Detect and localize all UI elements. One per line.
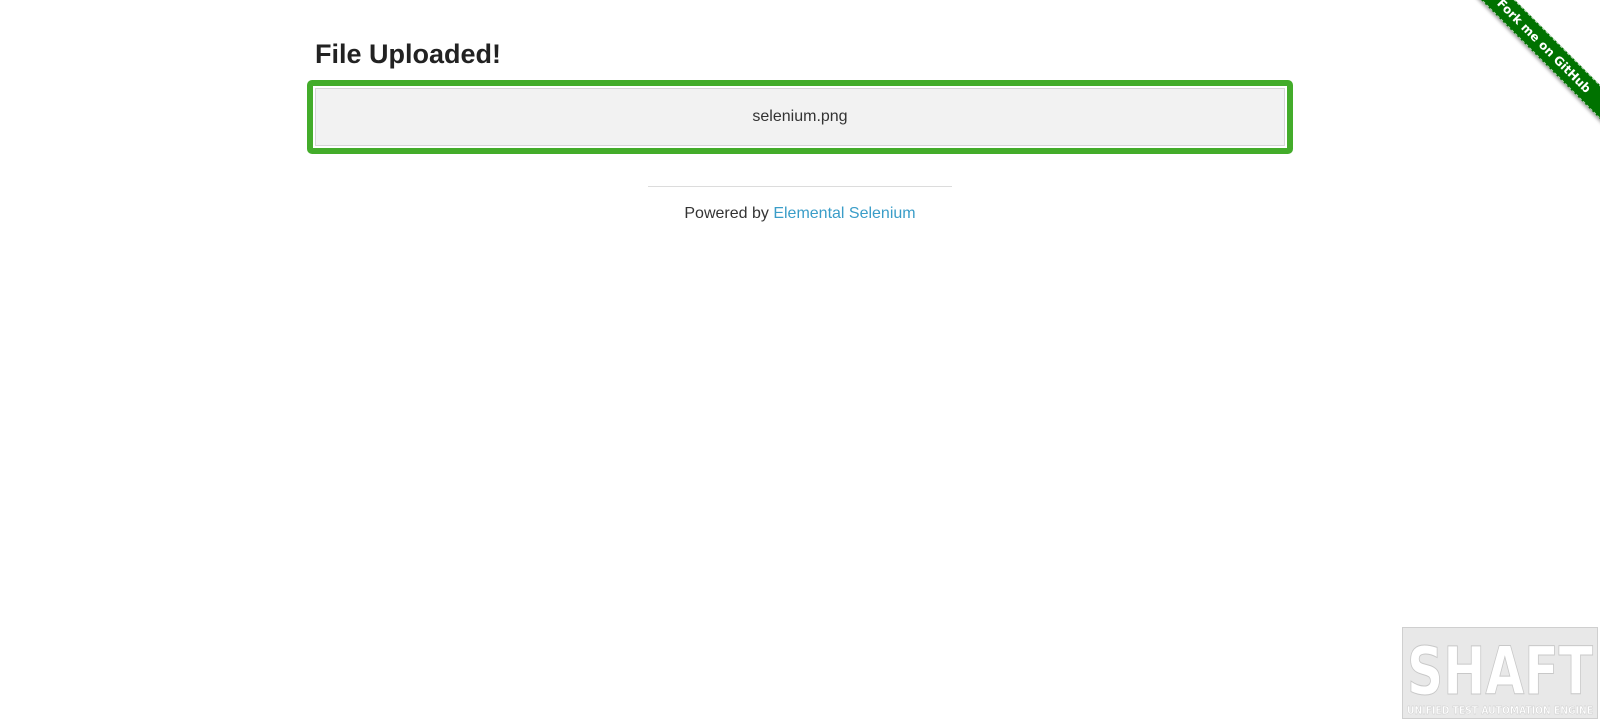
github-ribbon-container: Fork me on GitHub [1451,0,1600,149]
footer: Powered by Elemental Selenium [0,204,1600,224]
shaft-logo-graphic: SHAFT UNIFIED TEST AUTOMATION ENGINE [1407,633,1594,718]
uploaded-files-panel: selenium.png [307,80,1293,154]
shaft-logo-watermark: SHAFT UNIFIED TEST AUTOMATION ENGINE [1402,627,1598,719]
footer-divider [648,186,952,187]
page-title: File Uploaded! [315,39,502,69]
elemental-selenium-link[interactable]: Elemental Selenium [773,205,915,222]
uploaded-file-name: selenium.png [315,88,1285,146]
shaft-logo-tagline: UNIFIED TEST AUTOMATION ENGINE [1407,704,1593,717]
powered-by-text: Powered by [684,205,774,222]
fork-me-on-github-ribbon[interactable]: Fork me on GitHub [1464,0,1600,126]
shaft-logo-text: SHAFT [1407,633,1593,710]
